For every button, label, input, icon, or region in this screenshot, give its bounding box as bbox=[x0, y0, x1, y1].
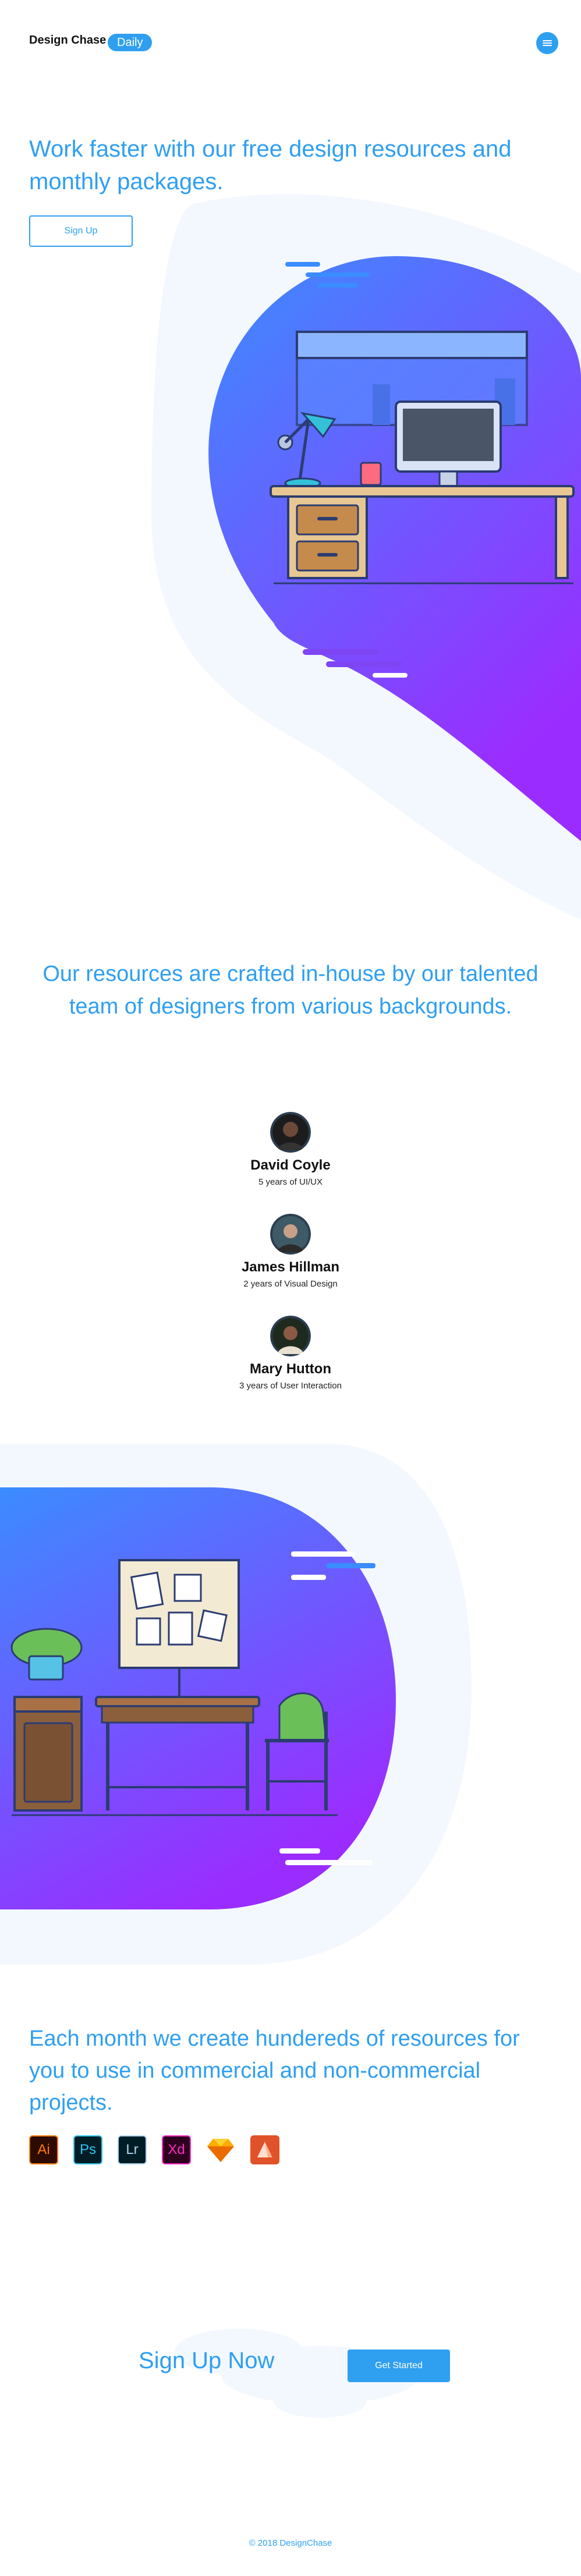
lightroom-icon: Lr bbox=[118, 2135, 147, 2164]
team-member: Mary Hutton 3 years of User Interaction bbox=[203, 1316, 378, 1391]
team-member: James Hillman 2 years of Visual Design bbox=[203, 1214, 378, 1289]
member-name: Mary Hutton bbox=[250, 1361, 331, 1377]
member-role: 3 years of User Interaction bbox=[239, 1381, 342, 1391]
hero-headline: Work faster with our free design resourc… bbox=[29, 136, 512, 194]
app-icon-row: Ai Ps Lr Xd bbox=[29, 2135, 279, 2164]
workspace-illustration bbox=[0, 1444, 472, 1965]
team-member: David Coyle 5 years of UI/UX bbox=[203, 1112, 378, 1187]
member-name: James Hillman bbox=[241, 1259, 340, 1275]
avatar bbox=[270, 1316, 311, 1356]
illustrator-icon: Ai bbox=[29, 2135, 58, 2164]
daily-badge[interactable]: Daily bbox=[108, 34, 153, 51]
member-name: David Coyle bbox=[250, 1157, 331, 1173]
team-headline: Our resources are crafted in-house by ou… bbox=[42, 962, 539, 1019]
resources-headline: Each month we create hundereds of resour… bbox=[29, 2026, 520, 2115]
get-started-button[interactable]: Get Started bbox=[348, 2350, 450, 2382]
xd-icon: Xd bbox=[162, 2135, 191, 2164]
footer-copyright: © 2018 DesignChase bbox=[249, 2538, 332, 2548]
hamburger-icon bbox=[543, 40, 552, 46]
sketch-icon bbox=[206, 2135, 235, 2164]
avatar bbox=[270, 1112, 311, 1153]
signup-headline: Sign Up Now bbox=[139, 2348, 275, 2373]
affinity-icon bbox=[250, 2135, 279, 2164]
photoshop-icon: Ps bbox=[73, 2135, 102, 2164]
avatar bbox=[270, 1214, 311, 1255]
brand-logo-text[interactable]: Design Chase bbox=[29, 34, 106, 47]
member-role: 2 years of Visual Design bbox=[243, 1279, 338, 1289]
menu-button[interactable] bbox=[536, 32, 558, 54]
sign-up-button[interactable]: Sign Up bbox=[29, 215, 133, 247]
member-role: 5 years of UI/UX bbox=[258, 1177, 323, 1187]
hero-illustration bbox=[151, 194, 581, 920]
